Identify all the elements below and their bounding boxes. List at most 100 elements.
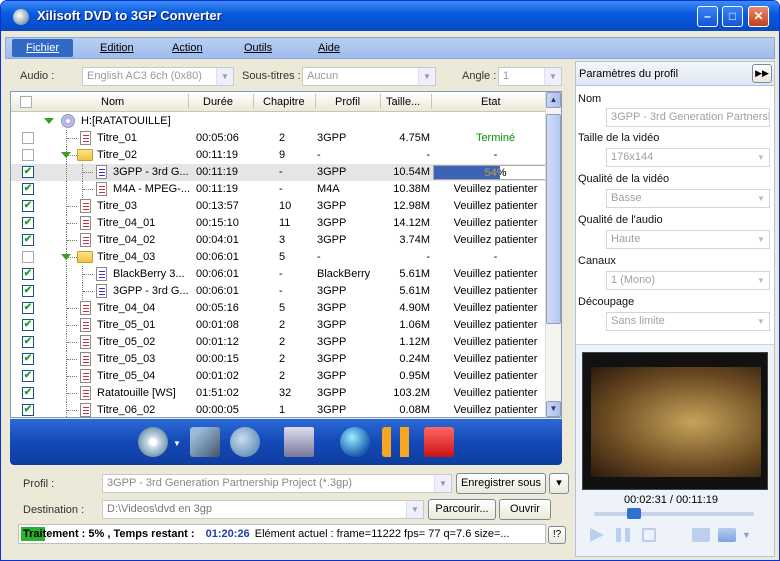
seek-thumb[interactable] [627,508,641,519]
save-as-button[interactable]: Enregistrer sous [456,473,546,494]
seek-bar[interactable] [594,508,754,519]
split-select[interactable]: Sans limite ▼ [606,312,770,331]
row-checkbox[interactable]: ✔ [22,319,34,331]
menu-outils[interactable]: Outils [244,42,272,54]
row-checkbox[interactable]: ✔ [22,302,34,314]
row-checkbox[interactable]: ✔ [22,200,34,212]
row-checkbox[interactable]: ✔ [22,370,34,382]
action-toolbar: ▼ [10,419,562,465]
table-row[interactable]: ✔ Ratatouille [WS] 01:51:02 32 3GPP 103.2M Veu… [11,385,557,402]
nom-input[interactable]: 3GPP - 3rd Generation Partnersh [606,108,770,127]
table-row[interactable]: ✔ Titre_04_04 00:05:16 5 3GPP 4.90M Veuillez p… [11,300,557,317]
tree-root[interactable]: H:[RATATOUILLE] [11,113,557,130]
chevron-down-icon[interactable]: ▼ [173,439,181,448]
row-name: Titre_03 [97,200,137,212]
col-nom[interactable]: Nom [101,96,124,108]
row-checkbox[interactable] [22,132,34,144]
convert-icon[interactable] [340,427,370,457]
expand-icon[interactable] [61,254,71,260]
scroll-down-icon[interactable]: ▼ [546,401,561,417]
row-checkbox[interactable]: ✔ [22,166,34,178]
folder-open-icon[interactable] [718,528,736,542]
title-bar[interactable]: Xilisoft DVD to 3GP Converter – □ ✕ [1,1,779,31]
chevron-down-icon[interactable]: ▼ [742,530,751,540]
save-as-dropdown[interactable]: ▾ [549,473,569,494]
menu-aide[interactable]: Aide [318,42,340,54]
row-checkbox[interactable]: ✔ [22,285,34,297]
audio-select[interactable]: English AC3 6ch (0x80) ▼ [82,67,234,86]
chevron-down-icon: ▼ [216,68,233,85]
col-etat[interactable]: Etat [481,96,501,108]
table-row[interactable]: ✔ Titre_05_04 00:01:02 2 3GPP 0.95M Veuillez p… [11,368,557,385]
row-checkbox[interactable]: ✔ [22,217,34,229]
vertical-scrollbar[interactable]: ▲ ▼ [545,92,561,417]
col-taille[interactable]: Taille... [386,96,420,108]
subtitles-select[interactable]: Aucun ▼ [302,67,436,86]
open-button[interactable]: Ouvrir [499,499,551,520]
snapshot-icon[interactable] [642,528,656,542]
angle-select[interactable]: 1 ▼ [498,67,562,86]
audio-quality-select[interactable]: Haute ▼ [606,230,770,249]
load-icon[interactable] [230,427,260,457]
minimize-button[interactable]: – [697,6,718,27]
row-checkbox[interactable]: ✔ [22,234,34,246]
table-row[interactable]: ✔ Titre_05_03 00:00:15 2 3GPP 0.24M Veuillez p… [11,351,557,368]
table-row[interactable]: ✔ Titre_06_02 00:00:05 1 3GPP 0.08M Veuillez p… [11,402,557,417]
profil-select[interactable]: 3GPP - 3rd Generation Partnership Projec… [102,474,452,493]
add-profile-icon[interactable] [284,427,314,457]
menu-action[interactable]: Action [172,42,203,54]
expand-icon[interactable] [44,118,54,124]
select-all-checkbox[interactable] [20,96,32,108]
menu-fichier[interactable]: Fichier [12,39,74,57]
table-row[interactable]: ✔ Titre_04_02 00:04:01 3 3GPP 3.74M Veuillez p… [11,232,557,249]
channels-select[interactable]: 1 (Mono) ▼ [606,271,770,290]
table-row[interactable]: ✔ Titre_05_01 00:01:08 2 3GPP 1.06M Veuillez p… [11,317,557,334]
scroll-thumb[interactable] [546,114,561,324]
destination-label: Destination : [23,504,85,516]
row-checkbox[interactable]: ✔ [22,404,34,416]
cut-icon[interactable] [190,427,220,457]
row-state: 54% [484,167,507,179]
scroll-up-icon[interactable]: ▲ [546,92,561,108]
col-duree[interactable]: Durée [203,96,233,108]
table-row[interactable]: ✔ 3GPP - 3rd G... 00:06:01 - 3GPP 5.61M Veuill… [11,283,557,300]
table-row[interactable]: ✔ Titre_03 00:13:57 10 3GPP 12.98M Veuillez pa… [11,198,557,215]
close-button[interactable]: ✕ [748,6,769,27]
window-title: Xilisoft DVD to 3GP Converter [37,8,222,23]
camera-icon[interactable] [692,528,710,542]
pause-icon[interactable] [616,528,630,542]
row-checkbox[interactable]: ✔ [22,387,34,399]
row-checkbox[interactable] [22,149,34,161]
angle-label: Angle : [462,70,497,82]
row-checkbox[interactable]: ✔ [22,183,34,195]
row-size: 0.08M [399,404,430,416]
row-checkbox[interactable] [22,251,34,263]
video-size-select[interactable]: 176x144 ▼ [606,148,770,167]
row-checkbox[interactable]: ✔ [22,353,34,365]
row-chapters: - [279,183,283,195]
expand-panel-icon[interactable]: ▶▶ [752,64,772,83]
table-row[interactable]: ✔ Titre_05_02 00:01:12 2 3GPP 1.12M Veuillez p… [11,334,557,351]
help-button[interactable]: !? [548,526,566,544]
col-profil[interactable]: Profil [335,96,360,108]
row-checkbox[interactable]: ✔ [22,336,34,348]
add-dvd-icon[interactable] [138,427,168,457]
table-row[interactable]: ✔ 3GPP - 3rd G... 00:11:19 - 3GPP 10.54M 54% [11,164,558,181]
row-checkbox[interactable]: ✔ [22,268,34,280]
stop-icon[interactable] [424,427,454,457]
browse-button[interactable]: Parcourir... [428,499,496,520]
pause-icon[interactable] [382,427,412,457]
table-row[interactable]: ✔ Titre_04_01 00:15:10 11 3GPP 14.12M Veuillez… [11,215,557,232]
expand-icon[interactable] [61,152,71,158]
col-chapitre[interactable]: Chapitre [263,96,305,108]
table-row[interactable]: Titre_04_03 00:06:01 5 - - - [11,249,557,266]
video-quality-select[interactable]: Basse ▼ [606,189,770,208]
menu-edition[interactable]: Edition [100,42,134,54]
table-row[interactable]: ✔ BlackBerry 3... 00:06:01 - BlackBerry 5.61M… [11,266,557,283]
maximize-button[interactable]: □ [722,6,743,27]
table-row[interactable]: Titre_02 00:11:19 9 - - - [11,147,557,164]
title-file-icon [80,199,91,213]
table-row[interactable]: Titre_01 00:05:06 2 3GPP 4.75M Terminé [11,130,557,147]
destination-input[interactable]: D:\Videos\dvd en 3gp ▼ [102,500,424,519]
table-row[interactable]: ✔ M4A - MPEG-... 00:11:19 - M4A 10.38M Veuille… [11,181,557,198]
